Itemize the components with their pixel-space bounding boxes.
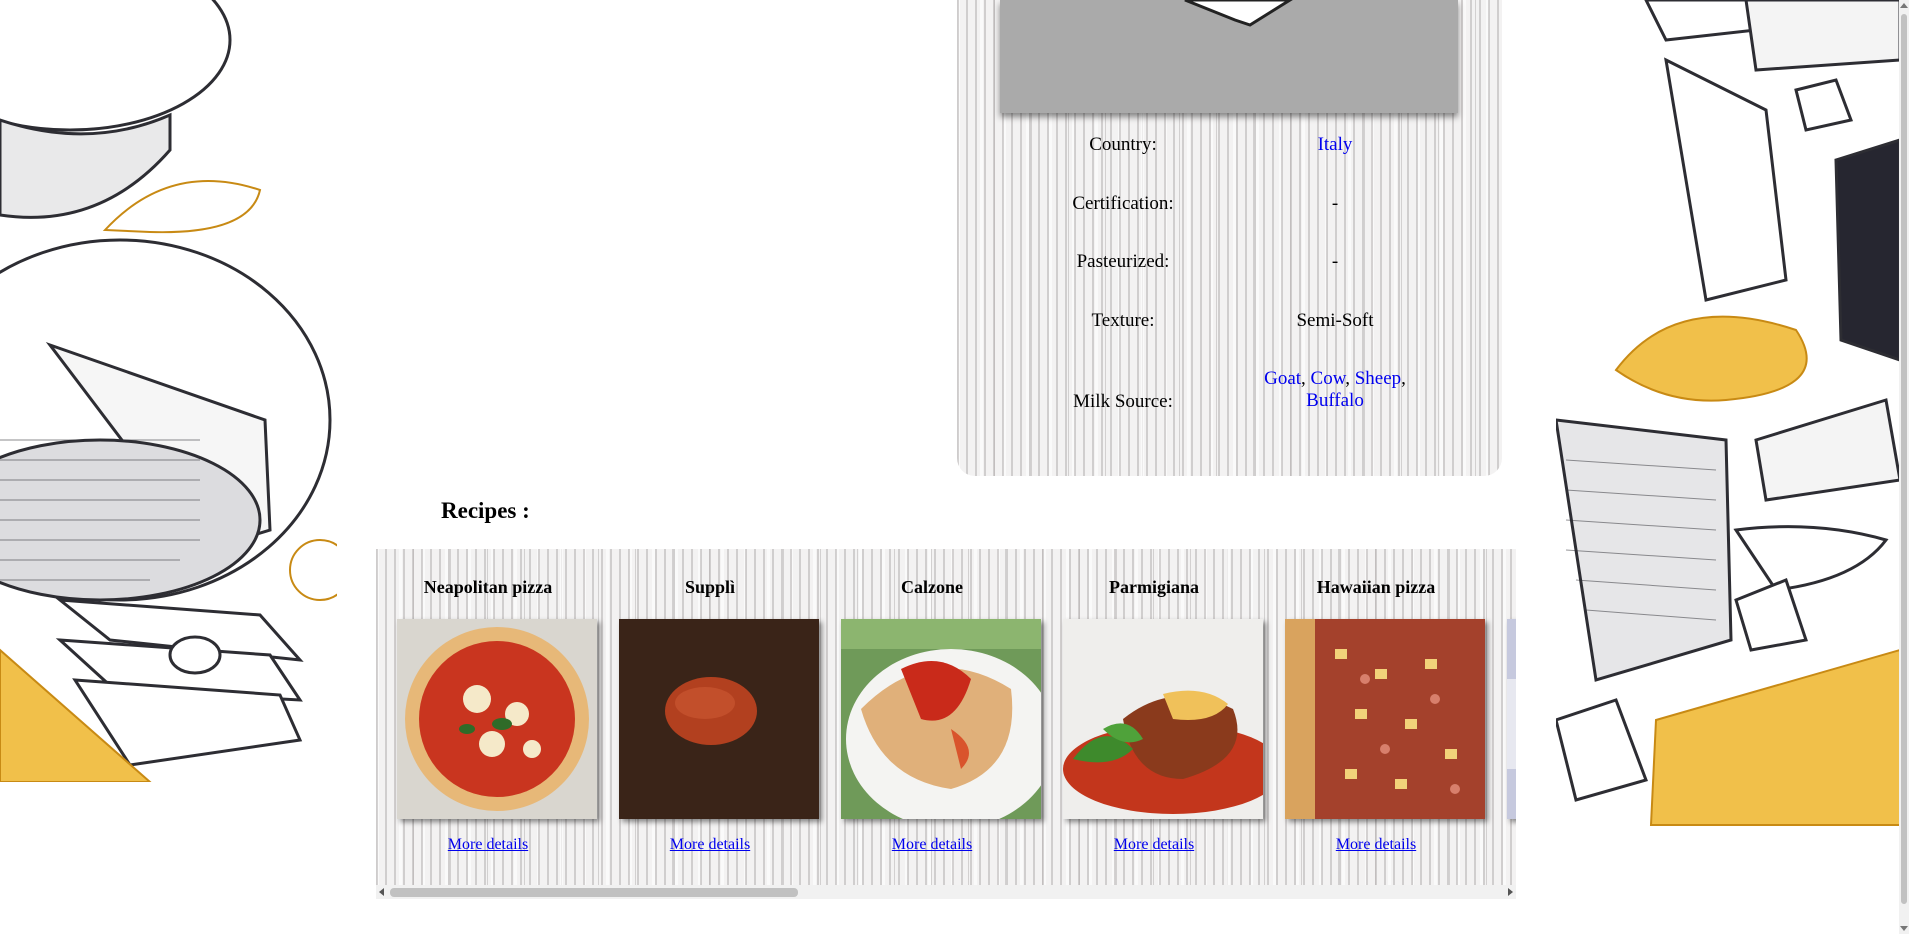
recipe-card: Hawaiian pizza More details [1274, 549, 1485, 886]
recipe-more-details-link[interactable]: More details [1274, 836, 1478, 854]
country-label: Country: [1089, 134, 1157, 155]
recipe-name: Neapolitan pizza [423, 577, 553, 597]
recipe-name: Calzone [901, 577, 963, 597]
pasteurized-value: - [1331, 251, 1339, 272]
recipes-carousel[interactable]: Neapolitan pizza More details Supplì Mor… [376, 549, 1516, 886]
country-link[interactable]: Italy [1250, 134, 1420, 156]
recipes-horizontal-scrollbar[interactable] [376, 885, 1516, 899]
scroll-left-arrow-icon[interactable] [379, 888, 384, 896]
cheese-image [1000, 0, 1458, 113]
recipe-name: Hawaiian pizza [1316, 577, 1436, 597]
certification-label: Certification: [1072, 193, 1174, 214]
scroll-right-arrow-icon[interactable] [1508, 888, 1513, 896]
milk-source-link-buffalo[interactable]: Buffalo [1306, 390, 1364, 411]
recipe-card: Parmigiana More details [1052, 549, 1263, 886]
calzone-photo[interactable] [841, 619, 1041, 819]
recipe-card: Supplì More details [608, 549, 819, 886]
next-recipe-photo[interactable] [1507, 619, 1516, 819]
separator: , [1301, 368, 1306, 389]
texture-value: Semi-Soft [1296, 310, 1374, 331]
scroll-up-arrow-icon[interactable] [1900, 3, 1908, 8]
hawaiian-pizza-photo[interactable] [1285, 619, 1485, 819]
certification-value: - [1331, 193, 1339, 214]
recipe-more-details-link[interactable]: More details [1052, 836, 1256, 854]
milk-source-label: Milk Source: [1073, 391, 1173, 412]
suppli-photo[interactable] [619, 619, 819, 819]
milk-source-link-cow[interactable]: Cow [1311, 368, 1346, 389]
recipes-heading: Recipes : [441, 498, 530, 523]
milk-source-values: Goat, Cow, Sheep, Buffalo [1250, 368, 1420, 412]
page-scrollbar-thumb[interactable] [1901, 14, 1907, 904]
milk-source-link-sheep[interactable]: Sheep [1355, 368, 1401, 389]
texture-label: Texture: [1091, 310, 1155, 331]
recipe-more-details-link[interactable]: More details [608, 836, 812, 854]
left-cheese-illustration [0, 0, 337, 782]
neapolitan-pizza-photo[interactable] [397, 619, 597, 819]
milk-source-link-goat[interactable]: Goat [1264, 368, 1301, 389]
recipes-track: Neapolitan pizza More details Supplì Mor… [376, 549, 1516, 886]
recipe-card: Neapolitan pizza More details [386, 549, 597, 886]
recipe-more-details-link[interactable]: More details [386, 836, 590, 854]
recipe-card: Calzone More details [830, 549, 1041, 886]
parmigiana-photo[interactable] [1063, 619, 1263, 819]
separator: , [1401, 368, 1406, 389]
separator: , [1345, 368, 1350, 389]
recipe-name: Parmigiana [1109, 577, 1199, 597]
recipe-card-partial [1496, 549, 1516, 886]
scroll-down-arrow-icon[interactable] [1900, 926, 1908, 931]
scrollbar-thumb[interactable] [390, 888, 798, 897]
right-cheese-illustration [1556, 0, 1900, 860]
page-vertical-scrollbar[interactable] [1899, 0, 1909, 934]
recipe-name: Supplì [684, 577, 736, 597]
pasteurized-label: Pasteurized: [1076, 251, 1170, 272]
recipe-more-details-link[interactable]: More details [830, 836, 1034, 854]
